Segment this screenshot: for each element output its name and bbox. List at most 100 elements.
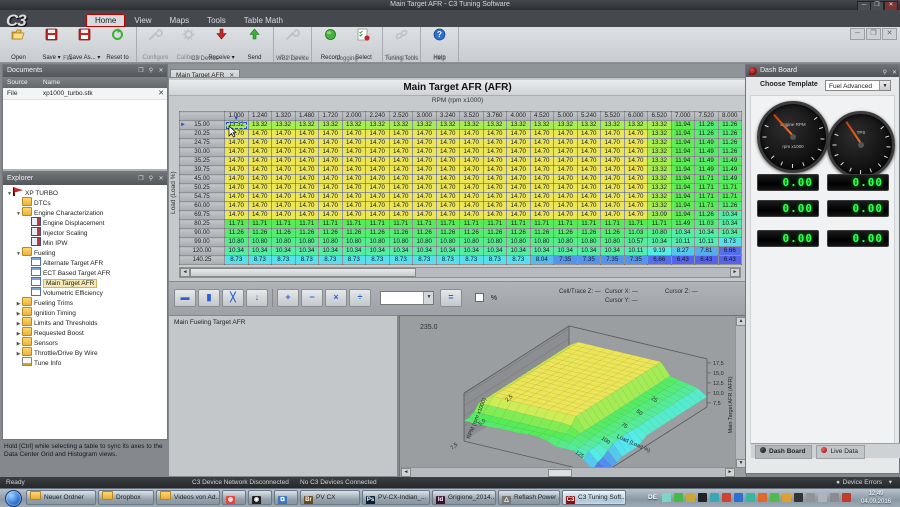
load-header-cell[interactable]: 80.25 (180, 220, 225, 229)
afr-cell[interactable]: 6.43 (671, 256, 695, 265)
afr-cell[interactable]: 8.73 (319, 256, 343, 265)
afr-cell[interactable]: 14.70 (389, 202, 413, 211)
tree-item-injector-scaling[interactable]: Injector Scaling (3, 227, 167, 237)
pin-icon[interactable]: ⚲ (147, 175, 155, 183)
subtract-button[interactable]: − (301, 289, 323, 307)
afr-cell[interactable]: 14.70 (272, 202, 296, 211)
afr-cell[interactable]: 14.70 (248, 148, 272, 157)
afr-cell[interactable]: 8.04 (530, 256, 554, 265)
afr-cell[interactable]: 13.32 (648, 175, 672, 184)
afr-cell[interactable]: 11.71 (366, 220, 390, 229)
afr-cell[interactable]: 11.26 (413, 229, 437, 238)
afr-cell[interactable]: 14.70 (342, 175, 366, 184)
afr-cell[interactable]: 13.32 (530, 121, 554, 130)
tps-gauge[interactable]: TPS (827, 111, 895, 179)
column-fill-button[interactable]: ▮ (198, 289, 220, 307)
afr-cell[interactable]: 10.80 (389, 238, 413, 247)
afr-cell[interactable]: 10.34 (460, 247, 484, 256)
rpm-header-cell[interactable]: 3.520 (460, 112, 484, 121)
afr-cell[interactable]: 14.70 (225, 202, 249, 211)
afr-cell[interactable]: 14.70 (577, 202, 601, 211)
afr-cell[interactable]: 14.70 (342, 130, 366, 139)
afr-cell[interactable]: 11.26 (530, 229, 554, 238)
afr-cell[interactable]: 14.70 (225, 157, 249, 166)
taskbar-button-videos-von-ad[interactable]: Videos von Ad... (156, 490, 220, 505)
afr-cell[interactable]: 14.70 (530, 193, 554, 202)
ribbon-tab-view[interactable]: View (125, 14, 160, 27)
afr-cell[interactable]: 11.26 (507, 229, 531, 238)
rpm-header-cell[interactable]: 7.000 (671, 112, 695, 121)
tray-icon[interactable] (806, 493, 815, 502)
taskbar-button-pv-cx[interactable]: BrPV CX (300, 490, 360, 505)
plot-horizontal-scrollbar[interactable]: ◄ ► (401, 467, 735, 477)
afr-cell[interactable]: 9.19 (648, 247, 672, 256)
afr-cell[interactable]: 11.26 (695, 130, 719, 139)
afr-cell[interactable]: 11.71 (342, 220, 366, 229)
afr-cell[interactable]: 14.70 (530, 202, 554, 211)
afr-cell[interactable]: 8.73 (413, 256, 437, 265)
afr-cell[interactable]: 10.80 (530, 238, 554, 247)
afr-cell[interactable]: 14.70 (366, 184, 390, 193)
rpm-header-cell[interactable]: 5.240 (577, 112, 601, 121)
afr-cell[interactable]: 14.70 (554, 184, 578, 193)
afr-cell[interactable]: 10.80 (648, 229, 672, 238)
afr-cell[interactable]: 10.34 (671, 229, 695, 238)
afr-cell[interactable]: 14.70 (507, 211, 531, 220)
afr-cell[interactable]: 14.70 (272, 130, 296, 139)
afr-cell[interactable]: 14.70 (248, 130, 272, 139)
afr-cell[interactable]: 13.32 (648, 184, 672, 193)
load-header-cell[interactable]: 54.75 (180, 193, 225, 202)
afr-cell[interactable]: 14.70 (248, 175, 272, 184)
afr-cell[interactable]: 14.70 (319, 139, 343, 148)
afr-cell[interactable]: 14.70 (272, 148, 296, 157)
afr-cell[interactable]: 11.94 (671, 157, 695, 166)
afr-cell[interactable]: 14.70 (460, 139, 484, 148)
afr-cell[interactable]: 13.32 (295, 121, 319, 130)
afr-cell[interactable]: 14.70 (295, 130, 319, 139)
afr-cell[interactable]: 14.70 (601, 193, 625, 202)
afr-cell[interactable]: 11.71 (225, 220, 249, 229)
afr-cell[interactable]: 10.34 (577, 247, 601, 256)
afr-cell[interactable]: 11.71 (577, 220, 601, 229)
source-column-header[interactable]: Source (3, 77, 41, 88)
afr-cell[interactable]: 10.80 (413, 238, 437, 247)
multiply-button[interactable]: × (325, 289, 347, 307)
afr-cell[interactable]: 14.70 (248, 157, 272, 166)
tray-icon[interactable] (770, 493, 779, 502)
rpm-header-cell[interactable]: 2.240 (366, 112, 390, 121)
afr-cell[interactable]: 14.70 (483, 166, 507, 175)
afr-cell[interactable]: 14.70 (554, 193, 578, 202)
afr-cell[interactable]: 11.26 (248, 229, 272, 238)
afr-cell[interactable]: 14.70 (413, 211, 437, 220)
load-header-cell[interactable]: 30.00 (180, 148, 225, 157)
afr-cell[interactable]: 13.32 (342, 121, 366, 130)
afr-cell[interactable]: 11.71 (319, 220, 343, 229)
afr-cell[interactable]: 14.70 (319, 157, 343, 166)
load-header-cell[interactable]: 45.00 (180, 175, 225, 184)
afr-cell[interactable]: 11.49 (718, 157, 742, 166)
afr-cell[interactable]: 14.70 (577, 193, 601, 202)
taskbar-button-grigione-2014[interactable]: IdGrigione_2014... (432, 490, 496, 505)
afr-cell[interactable]: 8.73 (366, 256, 390, 265)
afr-cell[interactable]: 14.70 (366, 130, 390, 139)
afr-cell[interactable]: 14.70 (295, 211, 319, 220)
afr-cell[interactable]: 14.70 (413, 148, 437, 157)
afr-cell[interactable]: 14.70 (272, 175, 296, 184)
load-header-cell[interactable]: 60.00 (180, 202, 225, 211)
afr-cell[interactable]: 10.80 (554, 238, 578, 247)
afr-cell[interactable]: 14.70 (295, 175, 319, 184)
afr-cell[interactable]: 14.70 (601, 130, 625, 139)
tray-language[interactable]: DE (648, 494, 657, 501)
afr-cell[interactable]: 14.70 (507, 148, 531, 157)
afr-cell[interactable]: 13.32 (648, 166, 672, 175)
percent-checkbox[interactable] (475, 293, 484, 302)
afr-cell[interactable]: 14.70 (413, 193, 437, 202)
afr-cell[interactable]: 14.70 (577, 148, 601, 157)
ribbon-close-icon[interactable]: ✕ (882, 28, 897, 40)
afr-cell[interactable]: 14.70 (342, 148, 366, 157)
afr-cell[interactable]: 14.70 (248, 202, 272, 211)
load-header-cell[interactable]: 90.00 (180, 229, 225, 238)
afr-cell[interactable]: 14.70 (507, 130, 531, 139)
tray-icon[interactable] (818, 493, 827, 502)
afr-cell[interactable]: 14.70 (413, 157, 437, 166)
